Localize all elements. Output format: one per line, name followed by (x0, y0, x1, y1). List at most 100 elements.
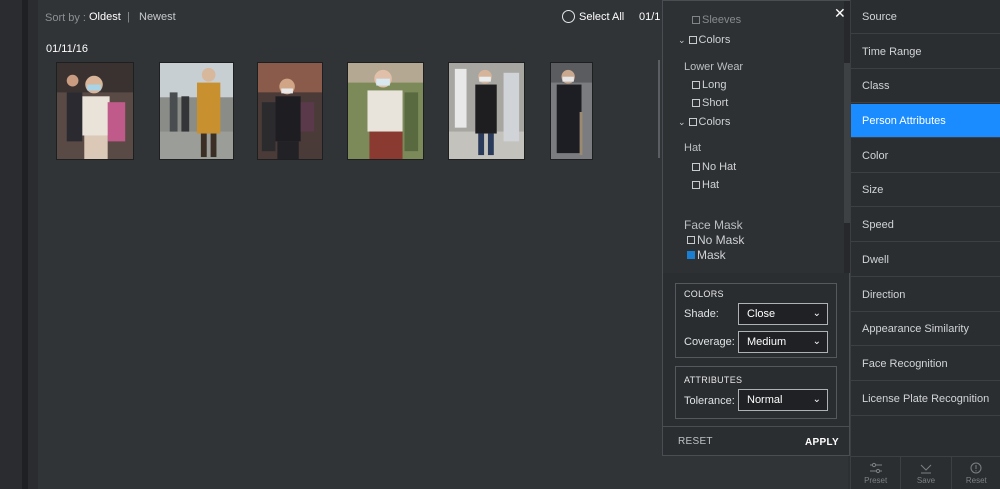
save-label: Save (916, 475, 936, 485)
person-photo-2 (160, 63, 233, 159)
person-photo-1 (57, 63, 133, 159)
colors-settings-box: COLORS Shade: Close ⌄ Coverage: Medium ⌄ (675, 283, 837, 358)
category-face-mask: Face Mask (684, 218, 743, 232)
sidebar-item-appearance-similarity[interactable]: Appearance Similarity (851, 312, 1000, 346)
sidebar-item-label: Class (862, 79, 890, 92)
checkbox-checked-icon (687, 251, 695, 259)
lower-colors-checkbox[interactable]: ⌄ Colors (678, 116, 730, 128)
shade-select[interactable]: Close ⌄ (738, 303, 828, 325)
person-photo-3 (258, 63, 322, 159)
left-strip-bar (22, 0, 28, 489)
mask-checkbox[interactable]: Mask (687, 248, 726, 262)
person-photo-6 (551, 63, 592, 159)
preset-button[interactable]: Preset (851, 457, 902, 489)
checkbox-icon (692, 16, 700, 24)
sidebar-item-size[interactable]: Size (851, 173, 1000, 207)
sidebar-item-label: Person Attributes (862, 114, 946, 127)
sidebar-item-label: Size (862, 183, 884, 196)
checkbox-icon (688, 36, 697, 44)
sidebar-item-label: Source (862, 10, 897, 23)
sort-newest-button[interactable]: Newest (139, 11, 176, 23)
no-hat-checkbox[interactable]: No Hat (692, 161, 736, 173)
checkbox-label: Mask (697, 248, 726, 262)
lower-long-checkbox[interactable]: Long (692, 79, 726, 91)
sidebar-item-color[interactable]: Color (851, 139, 1000, 173)
select-all-radio[interactable] (562, 10, 575, 23)
result-thumbnail[interactable] (257, 62, 323, 160)
chevron-down-icon: ⌄ (812, 336, 821, 347)
select-all-toggle[interactable]: Select All (562, 10, 624, 23)
shade-value: Close (747, 308, 776, 320)
coverage-value: Medium (747, 336, 787, 348)
attributes-list[interactable]: Sleeves ✕ ⌄ Colors Lower Wear Long Short… (663, 1, 844, 273)
sidebar-item-time-range[interactable]: Time Range (851, 35, 1000, 69)
save-button[interactable]: Save (901, 457, 952, 489)
sliders-icon (869, 462, 882, 473)
result-thumbnail[interactable] (550, 62, 593, 160)
sidebar-item-label: Color (862, 149, 889, 162)
coverage-label: Coverage: (684, 336, 735, 348)
sidebar-reset-button[interactable]: Reset (952, 457, 1000, 489)
sort-by-label: Sort by : (45, 12, 86, 24)
coverage-select[interactable]: Medium ⌄ (738, 331, 828, 353)
reset-button[interactable]: RESET (678, 436, 713, 447)
checkbox-sleeves-partial[interactable]: Sleeves (692, 14, 741, 26)
sidebar-item-license-plate-recognition[interactable]: License Plate Recognition (851, 382, 1000, 416)
sort-oldest-button[interactable]: Oldest (89, 11, 121, 23)
sidebar-item-label: Direction (862, 288, 906, 301)
sidebar-footer: Preset Save Reset (851, 456, 1000, 489)
no-mask-checkbox[interactable]: No Mask (687, 233, 744, 247)
hat-checkbox[interactable]: Hat (692, 179, 719, 191)
checkbox-label: No Hat (702, 161, 737, 173)
checkbox-label: Hat (702, 179, 720, 191)
alert-circle-icon (970, 462, 982, 473)
sidebar-item-speed[interactable]: Speed (851, 208, 1000, 242)
sidebar-item-class[interactable]: Class (851, 69, 1000, 103)
result-thumbnail[interactable] (159, 62, 234, 160)
tolerance-select[interactable]: Normal ⌄ (738, 389, 828, 411)
filter-sidebar: Source Time Range Class Person Attribute… (850, 0, 1000, 489)
sidebar-item-label: Dwell (862, 253, 889, 266)
close-icon[interactable]: ✕ (834, 5, 844, 22)
chevron-down-icon[interactable]: ⌄ (678, 35, 686, 46)
chevron-down-icon[interactable]: ⌄ (678, 117, 686, 128)
upper-colors-checkbox[interactable]: ⌄ Colors (678, 34, 730, 46)
sidebar-item-person-attributes[interactable]: Person Attributes (851, 104, 1000, 138)
result-thumbnail[interactable] (347, 62, 424, 160)
tolerance-value: Normal (747, 394, 783, 406)
category-lower-wear: Lower Wear (684, 61, 744, 73)
lower-short-checkbox[interactable]: Short (692, 97, 728, 109)
checkbox-label: Long (702, 79, 727, 91)
panel-footer-divider (663, 426, 849, 427)
checkbox-icon (692, 163, 700, 171)
attributes-settings-box: ATTRIBUTES Tolerance: Normal ⌄ (675, 366, 837, 419)
checkbox-icon (692, 81, 700, 89)
apply-button[interactable]: APPLY (805, 437, 839, 448)
colors-title: COLORS (684, 289, 724, 299)
checkbox-icon (687, 236, 695, 244)
sidebar-item-direction[interactable]: Direction (851, 278, 1000, 312)
select-all-label: Select All (579, 10, 625, 23)
checkbox-icon (692, 181, 700, 189)
person-photo-5 (449, 63, 524, 159)
checkbox-label: Colors (698, 34, 731, 46)
checkbox-icon (688, 118, 697, 126)
checkbox-label: Colors (698, 116, 731, 128)
sidebar-item-label: Appearance Similarity (862, 322, 969, 335)
result-thumbnail[interactable] (56, 62, 134, 160)
sidebar-item-dwell[interactable]: Dwell (851, 243, 1000, 277)
sidebar-item-label: Time Range (862, 45, 922, 58)
left-strip (0, 0, 38, 489)
attributes-title: ATTRIBUTES (684, 375, 743, 385)
chevron-down-icon: ⌄ (812, 394, 821, 405)
chevron-down-icon (920, 464, 932, 473)
reset-label: Reset (965, 475, 987, 485)
sort-separator: | (127, 11, 130, 23)
person-photo-4 (348, 63, 423, 159)
date-group-label: 01/11/16 (46, 43, 89, 55)
result-thumbnail[interactable] (448, 62, 525, 160)
sidebar-item-source[interactable]: Source (851, 0, 1000, 34)
sidebar-item-face-recognition[interactable]: Face Recognition (851, 347, 1000, 381)
preset-label: Preset (864, 475, 888, 485)
chevron-down-icon: ⌄ (812, 308, 821, 319)
